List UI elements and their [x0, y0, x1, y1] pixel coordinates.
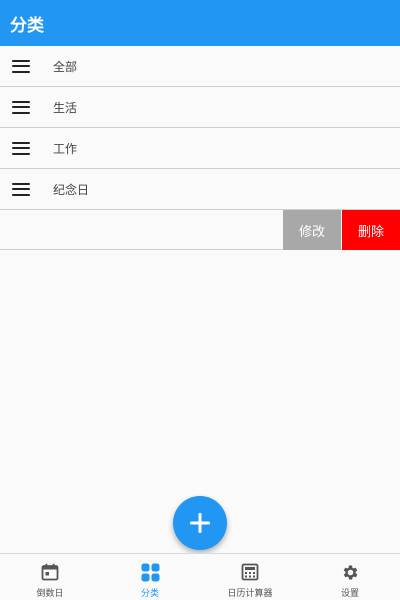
drag-handle-icon[interactable] [12, 141, 30, 155]
category-list: 全部 生活 工作 纪念日 修改 删除 [0, 46, 400, 250]
drag-handle-icon[interactable] [12, 59, 30, 73]
edit-button[interactable]: 修改 [283, 210, 341, 250]
nav-label: 分类 [140, 589, 159, 599]
category-label: 生活 [53, 100, 78, 115]
nav-item-category[interactable]: 分类 [100, 554, 200, 600]
bottom-nav: 倒数日 分类 日历计算器 设置 [0, 553, 400, 600]
category-label: 纪念日 [53, 182, 90, 197]
nav-label: 日历计算器 [227, 589, 273, 599]
list-item[interactable]: 工作 [0, 128, 400, 169]
nav-label: 设置 [340, 589, 359, 599]
add-category-button[interactable] [173, 496, 227, 550]
plus-icon [190, 513, 210, 533]
delete-button[interactable]: 删除 [342, 210, 400, 250]
nav-item-calculator[interactable]: 日历计算器 [200, 554, 300, 600]
calendar-icon [40, 562, 60, 582]
page-title: 分类 [10, 15, 44, 36]
category-label: 工作 [53, 141, 78, 156]
drag-handle-icon[interactable] [12, 182, 30, 196]
app-header: 分类 [0, 0, 400, 46]
drag-handle-icon[interactable] [12, 100, 30, 114]
swiped-list-item[interactable]: 修改 删除 [0, 209, 400, 250]
grid-icon [140, 562, 160, 582]
calculator-icon [240, 562, 260, 582]
list-item[interactable]: 纪念日 [0, 169, 400, 210]
nav-label: 倒数日 [36, 589, 64, 599]
category-label: 全部 [53, 59, 78, 74]
nav-item-settings[interactable]: 设置 [300, 554, 400, 600]
gear-icon [340, 562, 360, 582]
list-item[interactable]: 生活 [0, 87, 400, 128]
list-item[interactable]: 全部 [0, 46, 400, 87]
nav-item-countdown[interactable]: 倒数日 [0, 554, 100, 600]
